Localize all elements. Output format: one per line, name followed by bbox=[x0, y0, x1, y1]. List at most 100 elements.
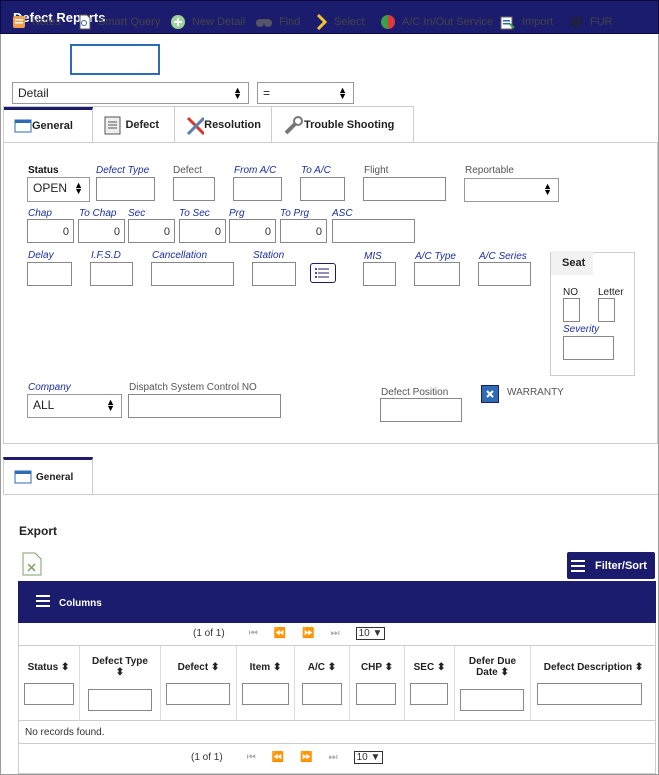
columns-label: Columns bbox=[59, 598, 102, 609]
warranty-checkbox[interactable] bbox=[481, 385, 499, 403]
first-page-icon[interactable]: ⏮ bbox=[247, 752, 256, 763]
cancellation-input[interactable] bbox=[151, 262, 234, 286]
col-sec[interactable]: SEC ⬍ bbox=[405, 646, 455, 720]
asc-input[interactable] bbox=[332, 219, 415, 243]
sort-arrows-icon: ▲ ▼ bbox=[106, 397, 115, 413]
list-icon bbox=[315, 268, 329, 278]
flight-label: Flight bbox=[364, 165, 389, 176]
bottom-pager: (1 of 1) ⏮ ⏪ ⏩ ⏭ 10 ▼ bbox=[191, 751, 384, 764]
seat-no-input[interactable] bbox=[563, 298, 580, 322]
status-filter-input[interactable] bbox=[24, 683, 74, 705]
col-defer-due-date[interactable]: Defer Due Date ⬍ bbox=[455, 646, 531, 720]
to-prg-input[interactable]: 0 bbox=[280, 219, 327, 243]
ac-inout-label: A/C In/Out Service bbox=[402, 16, 494, 28]
defect-type-input[interactable] bbox=[96, 177, 155, 201]
col-status[interactable]: Status ⬍ bbox=[18, 646, 80, 720]
prev-page-icon[interactable]: ⏪ bbox=[272, 752, 284, 763]
company-select[interactable]: ALL ▲ ▼ bbox=[27, 394, 122, 418]
ac-inout-button[interactable]: A/C In/Out Service bbox=[380, 13, 493, 31]
col-ac[interactable]: A/C ⬍ bbox=[295, 646, 350, 720]
wrench-icon bbox=[284, 115, 303, 134]
to-sec-input[interactable]: 0 bbox=[179, 219, 226, 243]
empty-message: No records found. bbox=[25, 727, 105, 738]
defect-description-filter-input[interactable] bbox=[537, 683, 642, 705]
station-lookup-button[interactable] bbox=[310, 263, 336, 283]
sec-input[interactable]: 0 bbox=[128, 219, 175, 243]
chp-filter-input[interactable] bbox=[356, 683, 396, 705]
to-prg-label: To Prg bbox=[280, 208, 310, 219]
export-excel-button[interactable] bbox=[22, 552, 42, 579]
col-defect[interactable]: Defect ⬍ bbox=[161, 646, 237, 720]
page-count: (1 of 1) bbox=[191, 752, 223, 763]
defect-position-label: Defect Position bbox=[381, 387, 449, 398]
first-page-icon[interactable]: ⏮ bbox=[249, 628, 258, 639]
select-button[interactable]: Select bbox=[316, 13, 365, 31]
sec-filter-input[interactable] bbox=[410, 683, 448, 705]
col-defect-description[interactable]: Defect Description ⬍ bbox=[531, 646, 656, 720]
chap-input[interactable]: 0 bbox=[27, 219, 74, 243]
seat-label: Seat bbox=[551, 251, 593, 275]
divider bbox=[18, 743, 656, 744]
page-size-select[interactable]: 10 ▼ bbox=[355, 627, 386, 640]
defect-filter-input[interactable] bbox=[166, 683, 230, 705]
tab-trouble-shooting[interactable]: Trouble Shooting bbox=[272, 107, 413, 143]
filter-field-select[interactable]: Detail ▲ ▼ bbox=[12, 82, 249, 104]
columns-bar[interactable]: Columns bbox=[18, 581, 656, 623]
to-ac-input[interactable] bbox=[300, 177, 345, 201]
defect-label: Defect bbox=[173, 165, 202, 176]
mis-label: MIS bbox=[364, 251, 382, 262]
find-button[interactable]: Find bbox=[255, 13, 300, 31]
tab-general[interactable]: General bbox=[4, 106, 94, 143]
tab-defect[interactable]: Defect bbox=[93, 106, 175, 143]
reportable-select[interactable]: ▲ ▼ bbox=[464, 178, 559, 202]
col-chp[interactable]: CHP ⬍ bbox=[350, 646, 405, 720]
mis-input[interactable] bbox=[363, 262, 396, 286]
ac-filter-input[interactable] bbox=[302, 683, 342, 705]
chap-label: Chap bbox=[28, 208, 52, 219]
new-detail-button[interactable]: New Detail bbox=[170, 13, 245, 31]
dispatch-input[interactable] bbox=[128, 394, 281, 418]
ifsd-input[interactable] bbox=[90, 262, 133, 286]
smart-query-button[interactable]: Smart Query bbox=[78, 13, 160, 31]
col-item[interactable]: Item ⬍ bbox=[237, 646, 295, 720]
company-label: Company bbox=[28, 382, 71, 393]
cancellation-label: Cancellation bbox=[152, 250, 208, 261]
reportable-label: Reportable bbox=[465, 165, 514, 176]
sort-arrows-icon: ▲ ▼ bbox=[233, 85, 242, 101]
to-chap-input[interactable]: 0 bbox=[78, 219, 125, 243]
divider bbox=[18, 720, 656, 721]
next-page-icon[interactable]: ⏩ bbox=[300, 752, 312, 763]
gear-icon bbox=[569, 15, 583, 29]
last-page-icon[interactable]: ⏭ bbox=[329, 752, 338, 763]
defect-type-filter-input[interactable] bbox=[88, 689, 152, 711]
page-size-select[interactable]: 10 ▼ bbox=[353, 751, 384, 764]
fur-button[interactable]: FUR bbox=[568, 13, 613, 31]
tab-resolution[interactable]: Resolution bbox=[175, 106, 272, 143]
item-filter-input[interactable] bbox=[242, 683, 289, 705]
import-icon bbox=[500, 16, 515, 30]
to-chap-label: To Chap bbox=[79, 208, 117, 219]
top-pager: (1 of 1) ⏮ ⏪ ⏩ ⏭ 10 ▼ bbox=[193, 627, 386, 640]
filter-sort-button[interactable]: Filter/Sort bbox=[567, 552, 655, 579]
prev-page-icon[interactable]: ⏪ bbox=[274, 628, 286, 639]
from-ac-input[interactable] bbox=[233, 177, 282, 201]
filter-operator-select[interactable]: = ▲ ▼ bbox=[257, 82, 354, 104]
defect-position-input[interactable] bbox=[380, 398, 462, 422]
defect-input[interactable] bbox=[173, 177, 215, 201]
defer-due-date-filter-input[interactable] bbox=[460, 689, 524, 711]
last-page-icon[interactable]: ⏭ bbox=[331, 628, 340, 639]
flight-input[interactable] bbox=[363, 177, 446, 201]
notes-button[interactable]: Notes bbox=[12, 13, 61, 31]
prg-input[interactable]: 0 bbox=[229, 219, 276, 243]
status-select[interactable]: OPEN ▲ ▼ bbox=[27, 177, 90, 202]
station-input[interactable] bbox=[252, 262, 296, 286]
col-defect-type[interactable]: Defect Type ⬍ bbox=[80, 646, 161, 720]
ac-type-input[interactable] bbox=[414, 262, 460, 286]
import-button[interactable]: Import bbox=[500, 13, 553, 31]
severity-input[interactable] bbox=[563, 336, 614, 360]
ac-series-input[interactable] bbox=[478, 262, 531, 286]
seat-letter-input[interactable] bbox=[598, 298, 615, 322]
delay-input[interactable] bbox=[27, 262, 72, 286]
next-page-icon[interactable]: ⏩ bbox=[302, 628, 314, 639]
lower-tab-general[interactable]: General bbox=[3, 457, 93, 494]
